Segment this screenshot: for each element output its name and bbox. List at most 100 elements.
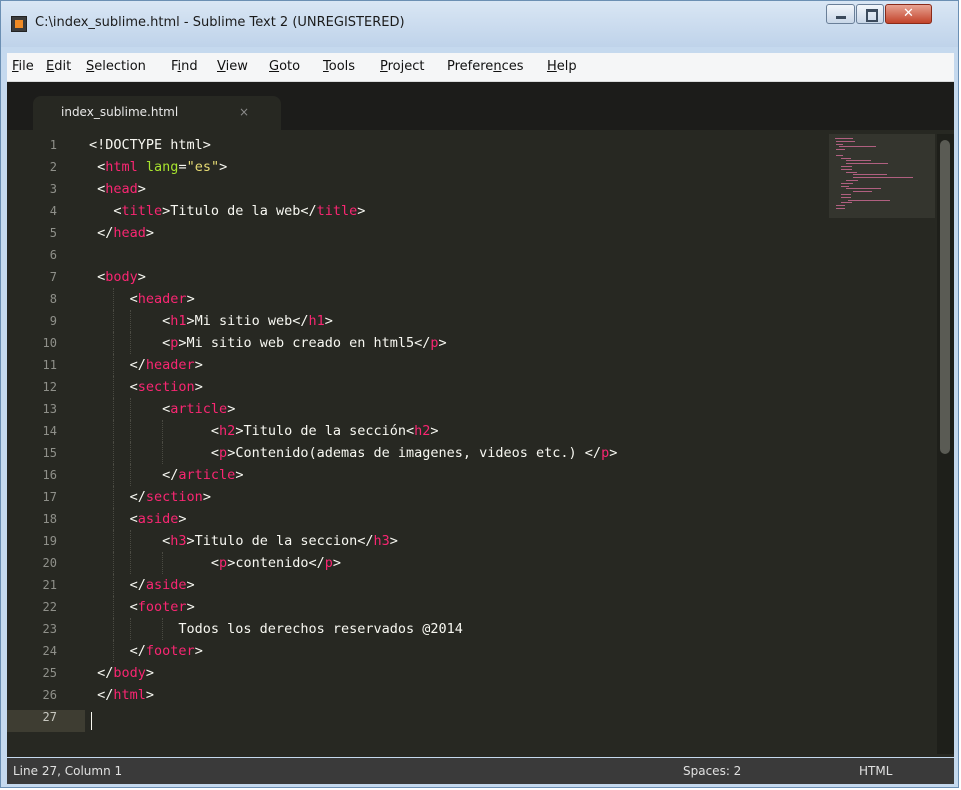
minimap-line [841,196,851,198]
code-line: Todos los derechos reservados @2014 [89,621,463,637]
indent-guide [129,398,131,420]
minimap-line [838,146,876,148]
menu-preferences[interactable]: Preferences [447,59,523,74]
code-line: <h1>Mi sitio web</h1> [89,313,333,329]
indent-guide [129,420,131,442]
minimap-line [848,199,891,201]
indent-guide [113,288,115,310]
indent-guide [161,552,163,574]
indent-guide [113,574,115,596]
title-bar[interactable]: C:\index_sublime.html - Sublime Text 2 (… [1,1,958,47]
menu-tools[interactable]: Tools [323,59,355,74]
minimap-line [836,154,844,156]
indent-guide [129,464,131,486]
line-number: 1 [49,138,57,152]
menu-project[interactable]: Project [380,59,425,74]
indent-guide [129,332,131,354]
indent-guide [113,442,115,464]
minimap-line [841,182,853,184]
text-caret [91,712,92,730]
indent-guide [129,618,131,640]
status-syntax[interactable]: HTML [859,764,892,778]
maximize-button[interactable] [856,4,884,24]
tab-close-icon[interactable]: × [239,105,249,119]
indent-guide [113,486,115,508]
sublime-app-icon[interactable] [11,16,27,32]
status-indentation[interactable]: Spaces: 2 [683,764,741,778]
minimap-line [845,163,888,165]
code-line: </aside> [89,577,195,593]
close-icon: ✕ [903,6,914,21]
code-line: <title>Titulo de la web</title> [89,203,366,219]
minimap-line [836,143,844,145]
indent-guide [113,398,115,420]
indent-guide [113,508,115,530]
line-number: 5 [49,226,57,240]
code-line: </section> [89,489,211,505]
minimap-line [836,149,845,151]
minimap-line [853,191,873,193]
line-number: 13 [42,402,57,416]
line-number: 22 [42,600,57,614]
minimap[interactable] [829,134,935,218]
scrollbar-thumb[interactable] [940,140,950,454]
tab-label: index_sublime.html [61,105,179,119]
indent-guide [129,552,131,574]
indent-guide [113,618,115,640]
line-number: 11 [42,358,57,372]
minimap-line [841,166,852,167]
minimize-button[interactable] [826,4,855,24]
indent-guide [113,640,115,662]
minimap-line [841,157,851,159]
indent-guide [113,310,115,332]
line-number: 2 [49,160,57,174]
tab-index-sublime[interactable]: index_sublime.html × [33,96,281,130]
line-number: 6 [49,248,57,262]
line-number: 12 [42,380,57,394]
menu-bar: File Edit Selection Find View Goto Tools… [7,53,954,82]
code-line: <head> [89,181,146,197]
vertical-scrollbar[interactable] [937,134,954,754]
menu-edit[interactable]: Edit [46,59,71,74]
menu-help[interactable]: Help [547,59,577,74]
line-number: 14 [42,424,57,438]
tab-bar: index_sublime.html × [7,82,954,130]
indent-guide [161,618,163,640]
code-line: <p>Mi sitio web creado en html5</p> [89,335,447,351]
line-number: 9 [49,314,57,328]
minimap-line [841,185,850,187]
indent-guide [161,442,163,464]
line-number: 8 [49,292,57,306]
line-number: 20 [42,556,57,570]
code-line: <!DOCTYPE html> [89,137,211,153]
code-line: <body> [89,269,146,285]
menu-file[interactable]: File [12,59,34,74]
line-number: 27 [42,710,57,724]
menu-goto[interactable]: Goto [269,59,300,74]
close-window-button[interactable]: ✕ [885,4,932,24]
indent-guide [161,420,163,442]
code-line: </head> [89,225,155,241]
menu-view[interactable]: View [217,59,248,74]
line-number: 18 [42,512,57,526]
code-line: <article> [89,401,236,417]
maximize-icon [866,9,878,22]
indent-guide [113,552,115,574]
code-view[interactable]: 1 2 3 4 5 6 7 8 9 10 11 12 13 14 15 16 17 18 19 20 21 22 23 24 2… [7,134,954,754]
code-line: <h2>Titulo de la sección<h2> [89,423,439,439]
editor-area: index_sublime.html × 1 2 3 4 5 6 7 8 9 10 11 12 13 14… [7,82,954,757]
minimap-line [836,208,845,209]
code-line: <html lang="es"> [89,159,228,175]
code-line: <section> [89,379,203,395]
menu-selection[interactable]: Selection [86,59,146,74]
line-number: 17 [42,490,57,504]
indent-guide [113,420,115,442]
minimap-line [835,138,853,139]
code-line: <p>contenido</p> [89,555,342,571]
minimap-line [845,188,881,190]
line-number: 15 [42,446,57,460]
menu-find[interactable]: Find [171,59,198,74]
indent-guide [129,310,131,332]
code-line: <aside> [89,511,187,527]
minimap-line [853,174,887,176]
